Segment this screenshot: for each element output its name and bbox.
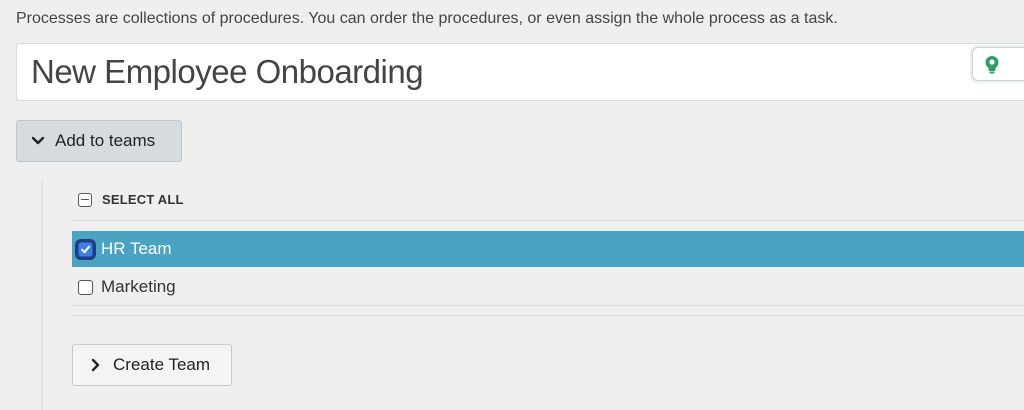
page-description: Processes are collections of procedures.… (16, 10, 838, 27)
team-row-hr-team[interactable]: HR Team (72, 231, 1024, 267)
chevron-down-icon (31, 136, 45, 145)
add-to-teams-toggle[interactable]: Add to teams (16, 120, 182, 162)
team-name: Marketing (101, 277, 176, 296)
minus-square-icon[interactable] (78, 192, 92, 207)
team-name: HR Team (101, 239, 172, 258)
create-team-button[interactable]: Create Team (72, 344, 232, 386)
team-checkbox-hr-team[interactable] (78, 241, 93, 257)
select-all-label: SELECT ALL (102, 192, 184, 207)
chevron-right-icon (91, 358, 100, 372)
process-title-field[interactable] (16, 43, 1024, 101)
divider (72, 220, 1024, 221)
divider (72, 305, 1024, 306)
lightbulb-icon (983, 55, 1001, 75)
hint-button[interactable] (972, 47, 1024, 81)
team-row-marketing[interactable]: Marketing (72, 269, 1024, 305)
process-title-input[interactable] (31, 53, 971, 91)
teams-panel: SELECT ALL HR Team Marketing Create Team (41, 180, 1024, 410)
divider (72, 315, 1024, 316)
team-checkbox-marketing[interactable] (78, 279, 93, 295)
create-team-label: Create Team (113, 355, 211, 374)
add-to-teams-label: Add to teams (55, 131, 156, 150)
select-all-toggle[interactable]: SELECT ALL (78, 192, 184, 207)
checkmark-icon (81, 245, 90, 253)
